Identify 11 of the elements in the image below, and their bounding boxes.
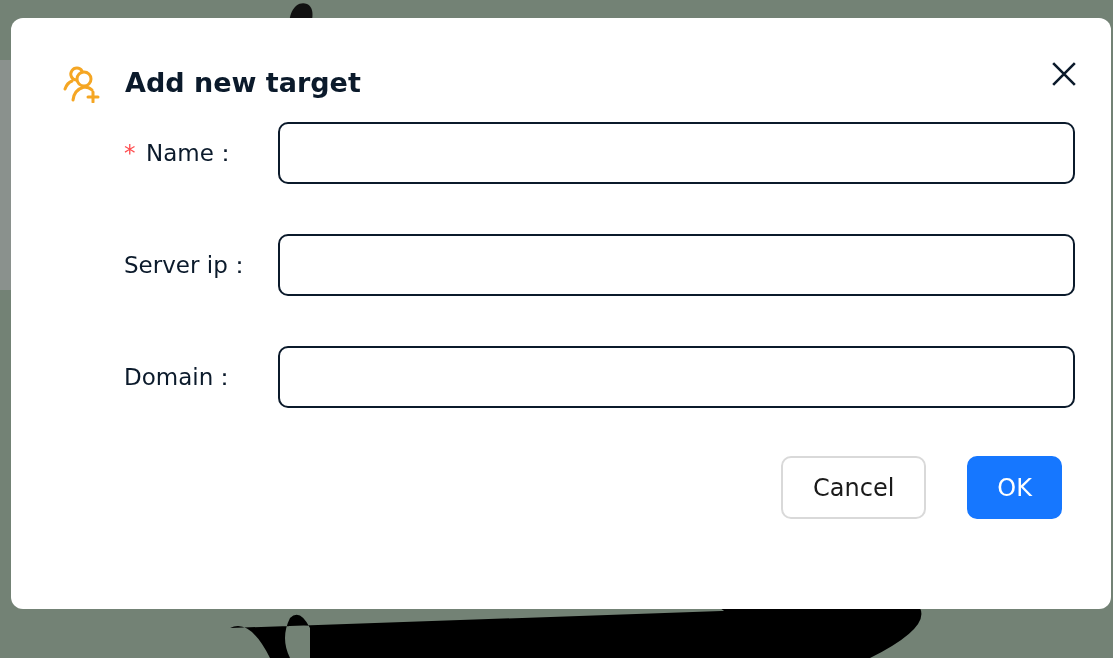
cancel-button[interactable]: Cancel bbox=[781, 456, 927, 519]
field-label: Server ip： bbox=[124, 250, 251, 280]
required-marker: * bbox=[124, 140, 136, 166]
field-label: Name： bbox=[146, 138, 237, 168]
close-icon bbox=[1051, 61, 1077, 87]
input-field[interactable] bbox=[277, 346, 1075, 408]
field-label: Domain： bbox=[124, 362, 237, 392]
ok-button[interactable]: OK bbox=[967, 456, 1062, 519]
input-field[interactable] bbox=[277, 234, 1075, 296]
dialog-title: Add new target bbox=[125, 66, 362, 98]
input-field[interactable] bbox=[277, 122, 1075, 184]
